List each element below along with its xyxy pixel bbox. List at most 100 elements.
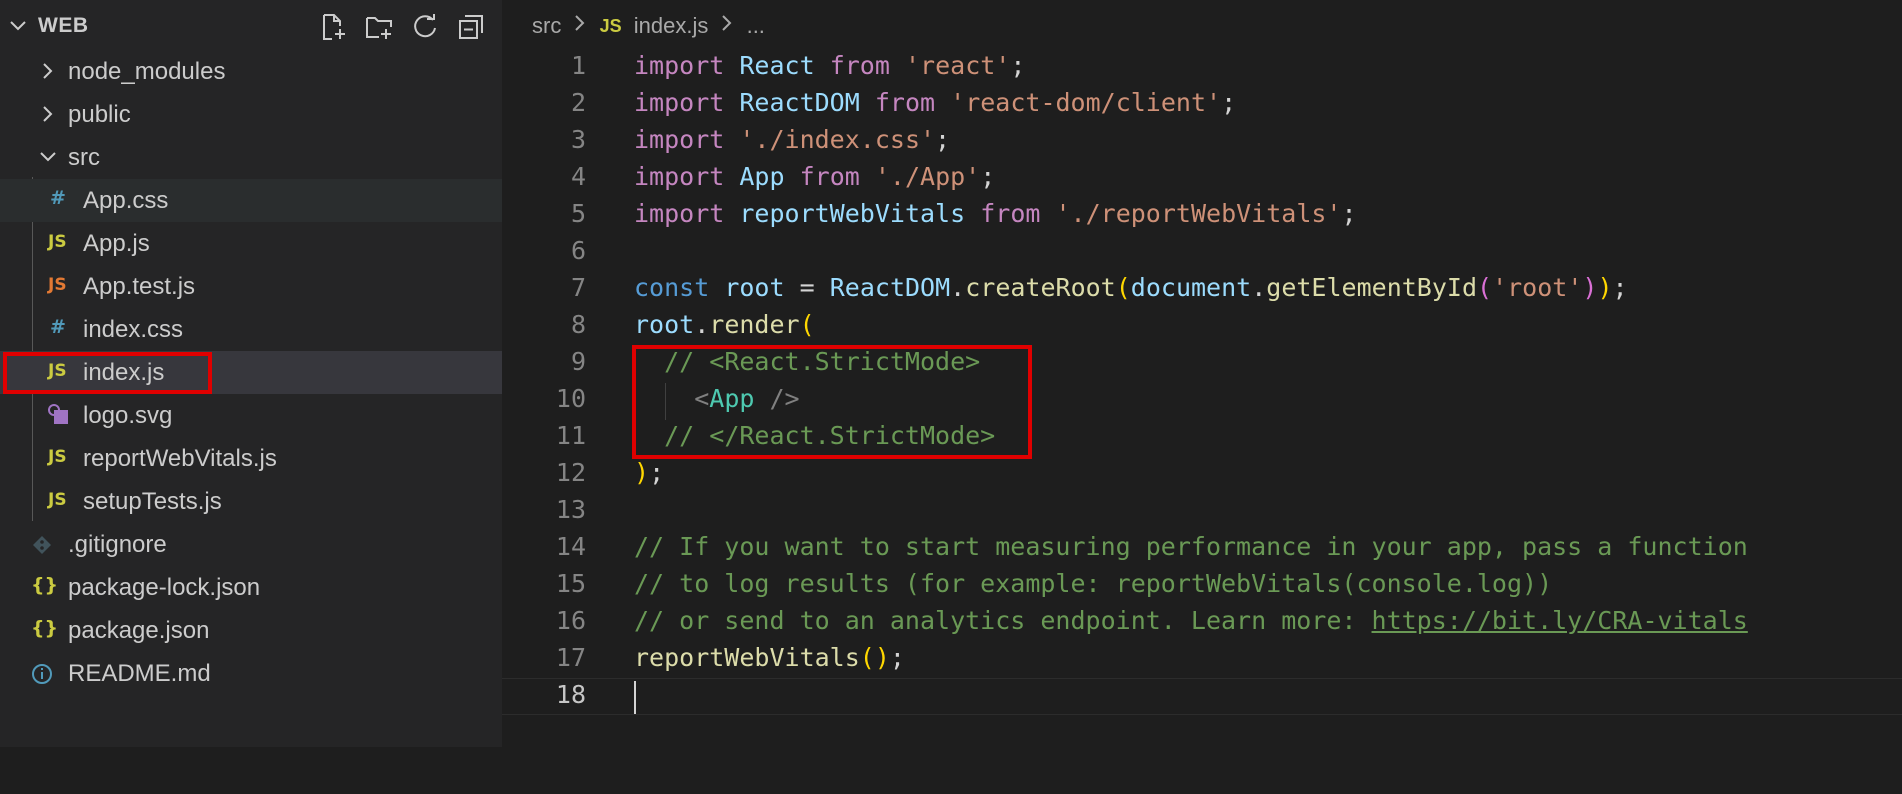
tree-item-label: App.test.js — [83, 273, 196, 300]
token: // or send to an analytics endpoint. Lea… — [634, 606, 1372, 635]
code-line[interactable]: 5 import reportWebVitals from './reportW… — [502, 197, 1902, 234]
collapse-all-icon[interactable] — [456, 12, 486, 42]
code-line[interactable]: 2 import ReactDOM from 'react-dom/client… — [502, 86, 1902, 123]
line-text: // or send to an analytics endpoint. Lea… — [634, 606, 1748, 635]
token: App — [739, 162, 785, 191]
tree-item-public[interactable]: public — [0, 93, 502, 136]
info-icon — [31, 663, 53, 685]
line-number: 2 — [570, 88, 586, 117]
code-line[interactable]: 14 // If you want to start measuring per… — [502, 530, 1902, 567]
line-text: import reportWebVitals from './reportWeb… — [634, 199, 1357, 228]
token: ; — [1221, 88, 1237, 117]
token: from — [980, 199, 1041, 228]
line-number: 4 — [570, 162, 586, 191]
line-text: import React from 'react'; — [634, 51, 1025, 80]
token: import — [634, 162, 725, 191]
chevron-right-icon — [38, 61, 58, 81]
token: . — [694, 310, 710, 339]
code-line-current[interactable]: 18 — [502, 678, 1902, 715]
token: getElementById — [1266, 273, 1477, 302]
token: . — [950, 273, 966, 302]
line-number: 8 — [570, 310, 586, 339]
code-line[interactable]: 8 root.render( — [502, 308, 1902, 345]
chevron-right-icon — [720, 13, 734, 39]
tree-item-package-json[interactable]: {} package.json — [0, 609, 502, 652]
tree-item-package-lock-json[interactable]: {} package-lock.json — [0, 566, 502, 609]
token: 'react-dom/client' — [950, 88, 1222, 117]
line-text: // to log results (for example: reportWe… — [634, 569, 1552, 598]
token: ) — [634, 458, 650, 487]
token: createRoot — [965, 273, 1116, 302]
line-text: import ReactDOM from 'react-dom/client'; — [634, 88, 1236, 117]
explorer-title: WEB — [38, 14, 89, 37]
line-number: 3 — [570, 125, 586, 154]
line-number: 5 — [570, 199, 586, 228]
line-number: 10 — [555, 384, 586, 413]
annotation-highlight-index-js — [3, 352, 212, 394]
token: // If you want to start measuring perfor… — [634, 532, 1748, 561]
refresh-icon[interactable] — [410, 12, 440, 42]
code-line[interactable]: 4 import App from './App'; — [502, 160, 1902, 197]
tree-item-readme-md[interactable]: README.md — [0, 652, 502, 695]
code-line[interactable]: 3 import './index.css'; — [502, 123, 1902, 160]
line-number: 17 — [555, 643, 586, 672]
json-file-icon: {} — [31, 574, 59, 596]
chevron-down-icon[interactable] — [8, 16, 28, 36]
tree-item-label: App.css — [83, 187, 169, 214]
code-line[interactable]: 15 // to log results (for example: repor… — [502, 567, 1902, 604]
code-line[interactable]: 1 import React from 'react'; — [502, 49, 1902, 86]
breadcrumb: src JS index.js ... — [532, 12, 765, 42]
breadcrumb-more[interactable]: ... — [747, 13, 765, 38]
token: ) — [1597, 273, 1613, 302]
tree-item-label: package-lock.json — [68, 574, 261, 601]
breadcrumb-file[interactable]: index.js — [634, 13, 709, 38]
tree-item-index-css[interactable]: # index.css — [0, 308, 502, 351]
token: reportWebVitals — [739, 199, 966, 228]
line-number: 6 — [570, 236, 586, 265]
new-folder-icon[interactable] — [364, 12, 394, 42]
tree-item-node-modules[interactable]: node_modules — [0, 50, 502, 93]
code-line[interactable]: 12 ); — [502, 456, 1902, 493]
explorer-header[interactable]: WEB — [0, 0, 502, 54]
line-number: 11 — [555, 421, 586, 450]
line-number: 13 — [555, 495, 586, 524]
code-line[interactable]: 7 const root = ReactDOM.createRoot(docum… — [502, 271, 1902, 308]
chevron-right-icon — [573, 13, 587, 39]
token: ) — [874, 643, 890, 672]
line-text: ); — [634, 458, 664, 487]
annotation-highlight-strictmode — [632, 345, 1032, 459]
token: import — [634, 199, 725, 228]
token: './index.css' — [739, 125, 936, 154]
token: const — [634, 273, 710, 302]
tree-item-label: public — [68, 101, 131, 128]
token: ( — [859, 643, 875, 672]
code-line[interactable]: 17 reportWebVitals(); — [502, 641, 1902, 678]
tree-item-setuptests-js[interactable]: JS setupTests.js — [0, 480, 502, 523]
token: reportWebVitals — [634, 643, 860, 672]
token: './App' — [874, 162, 981, 191]
comment-link[interactable]: https://bit.ly/CRA-vitals — [1372, 606, 1748, 635]
line-text: const root = ReactDOM.createRoot(documen… — [634, 273, 1628, 302]
code-editor[interactable]: src JS index.js ... 1 import React from … — [502, 0, 1902, 747]
token: . — [1251, 273, 1267, 302]
code-line[interactable]: 16 // or send to an analytics endpoint. … — [502, 604, 1902, 641]
tree-item-app-test-js[interactable]: JS App.test.js — [0, 265, 502, 308]
line-number: 14 — [555, 532, 586, 561]
explorer-sidebar: WEB node_modules public src # App.css JS… — [0, 0, 502, 747]
js-file-icon: JS — [599, 15, 622, 36]
new-file-icon[interactable] — [318, 12, 348, 42]
code-line[interactable]: 13 — [502, 493, 1902, 530]
code-line[interactable]: 6 — [502, 234, 1902, 271]
tree-item-gitignore[interactable]: .gitignore — [0, 523, 502, 566]
token: root — [724, 273, 785, 302]
line-text: root.render( — [634, 310, 815, 339]
tree-item-label: setupTests.js — [83, 488, 222, 515]
json-file-icon: {} — [31, 617, 59, 639]
tree-item-logo-svg[interactable]: logo.svg — [0, 394, 502, 437]
token: ReactDOM — [739, 88, 860, 117]
tree-item-app-js[interactable]: JS App.js — [0, 222, 502, 265]
tree-item-app-css[interactable]: # App.css — [0, 179, 502, 222]
breadcrumb-folder[interactable]: src — [532, 13, 561, 38]
tree-item-src[interactable]: src — [0, 136, 502, 179]
tree-item-reportwebvitals-js[interactable]: JS reportWebVitals.js — [0, 437, 502, 480]
